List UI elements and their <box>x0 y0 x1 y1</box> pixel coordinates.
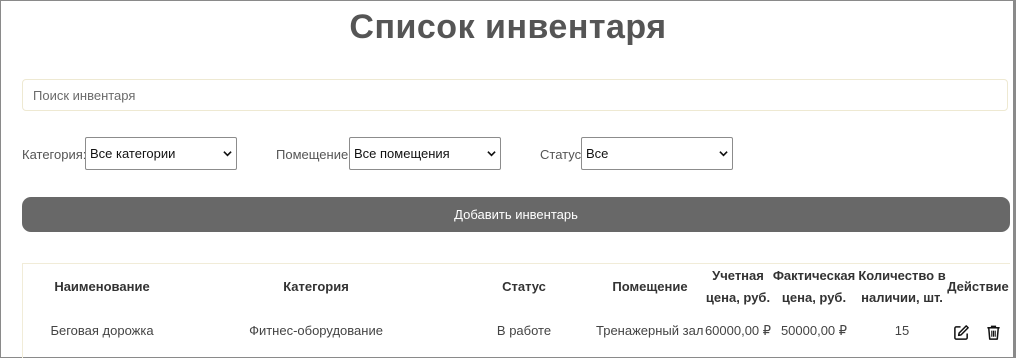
status-select[interactable]: Все <box>581 137 733 170</box>
page-title: Список инвентаря <box>349 8 667 46</box>
header-qty-line2: наличии, шт. <box>861 290 943 305</box>
header-book-price-line2: цена, руб. <box>705 290 771 305</box>
chevron-down-icon <box>487 151 496 157</box>
header-actual-price-line2: цена, руб. <box>781 290 847 305</box>
cell-actual-price: 50000,00 ₽ <box>780 323 848 338</box>
add-inventory-button[interactable]: Добавить инвентарь <box>22 197 1010 232</box>
category-select[interactable]: Все категории <box>85 137 237 170</box>
room-select-value: Все помещения <box>354 146 450 161</box>
category-select-value: Все категории <box>90 146 176 161</box>
cell-room: Тренажерный зал <box>596 323 704 338</box>
cell-name: Беговая дорожка <box>50 323 154 338</box>
edit-icon[interactable] <box>953 324 970 341</box>
header-actual-price-line1: Фактическая <box>772 268 856 283</box>
chevron-down-icon <box>223 151 232 157</box>
search-input[interactable] <box>22 79 1008 111</box>
room-filter-label: Помещение: <box>276 147 352 162</box>
cell-book-price: 60000,00 ₽ <box>704 323 772 338</box>
header-name: Наименование <box>54 279 150 294</box>
status-filter-label: Статус: <box>540 147 585 162</box>
status-select-value: Все <box>586 146 609 161</box>
header-book-price-line1: Учетная <box>712 268 764 283</box>
cell-status: В работе <box>496 323 552 338</box>
chevron-down-icon <box>719 151 728 157</box>
header-status: Статус <box>502 279 546 294</box>
trash-icon[interactable] <box>985 324 1002 341</box>
header-action: Действие <box>947 279 1009 294</box>
header-qty-line1: Количество в <box>858 268 946 283</box>
room-select[interactable]: Все помещения <box>349 137 501 170</box>
cell-qty: 15 <box>894 323 910 338</box>
header-category: Категория <box>283 279 349 294</box>
header-room: Помещение <box>612 279 688 294</box>
category-filter-label: Категория: <box>22 147 87 162</box>
cell-category: Фитнес-оборудование <box>249 323 383 338</box>
